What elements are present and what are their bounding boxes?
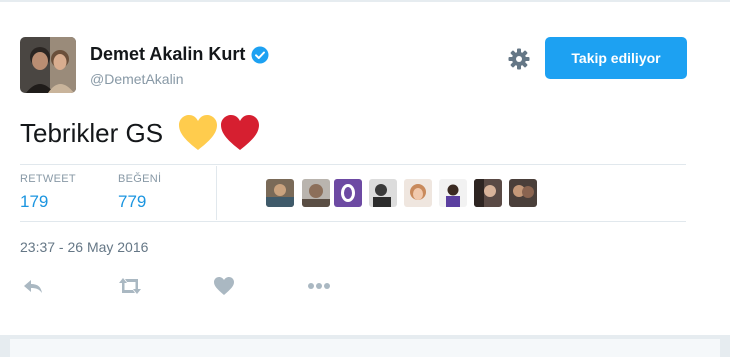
like-stat[interactable]: BEĞENİ 779 xyxy=(118,173,161,212)
like-count: 779 xyxy=(118,192,147,211)
top-border xyxy=(0,0,730,2)
user-avatar[interactable] xyxy=(20,37,76,93)
liker-avatar-image xyxy=(369,179,397,207)
liker-avatar[interactable] xyxy=(266,179,294,207)
liker-avatar[interactable] xyxy=(302,179,330,207)
stats-top-divider xyxy=(20,164,686,165)
retweet-label: RETWEET xyxy=(20,173,76,185)
verified-badge-icon xyxy=(251,46,269,63)
like-icon[interactable] xyxy=(213,276,235,296)
stats-bottom-divider xyxy=(20,221,686,222)
reply-area-band xyxy=(0,335,730,357)
liker-avatar-image xyxy=(302,179,330,207)
yellow-heart-icon xyxy=(179,115,218,150)
liker-avatar-image xyxy=(334,179,362,207)
like-label: BEĞENİ xyxy=(118,173,162,185)
reply-icon[interactable] xyxy=(22,276,44,296)
liker-avatar[interactable] xyxy=(439,179,467,207)
tweet-timestamp[interactable]: 23:37 - 26 May 2016 xyxy=(20,239,148,255)
following-button[interactable]: Takip ediliyor xyxy=(545,37,687,79)
liker-avatar-image xyxy=(439,179,467,207)
liker-avatar-image xyxy=(474,179,502,207)
more-icon[interactable] xyxy=(306,276,332,296)
liker-avatar[interactable] xyxy=(404,179,432,207)
retweet-count: 179 xyxy=(20,192,49,211)
stats-divider xyxy=(216,166,217,220)
avatar-image xyxy=(20,37,76,93)
liker-avatar[interactable] xyxy=(334,179,362,207)
user-name-row: Demet Akalin Kurt xyxy=(90,44,269,65)
retweet-stat[interactable]: RETWEET 179 xyxy=(20,173,76,212)
gear-icon[interactable] xyxy=(507,47,531,71)
red-heart-icon xyxy=(221,115,260,150)
liker-avatar-image xyxy=(404,179,432,207)
tweet-text-content: Tebrikler GS xyxy=(20,117,164,148)
reply-box[interactable] xyxy=(10,339,720,357)
tweet-text: Tebrikler GS xyxy=(20,114,261,152)
liker-avatar[interactable] xyxy=(509,179,537,207)
liker-avatar-image xyxy=(266,179,294,207)
user-handle[interactable]: @DemetAkalin xyxy=(90,71,184,87)
liker-avatar-image xyxy=(509,179,537,207)
liker-avatar[interactable] xyxy=(474,179,502,207)
liker-avatar[interactable] xyxy=(369,179,397,207)
retweet-icon[interactable] xyxy=(117,276,143,296)
user-display-name[interactable]: Demet Akalin Kurt xyxy=(90,44,245,65)
